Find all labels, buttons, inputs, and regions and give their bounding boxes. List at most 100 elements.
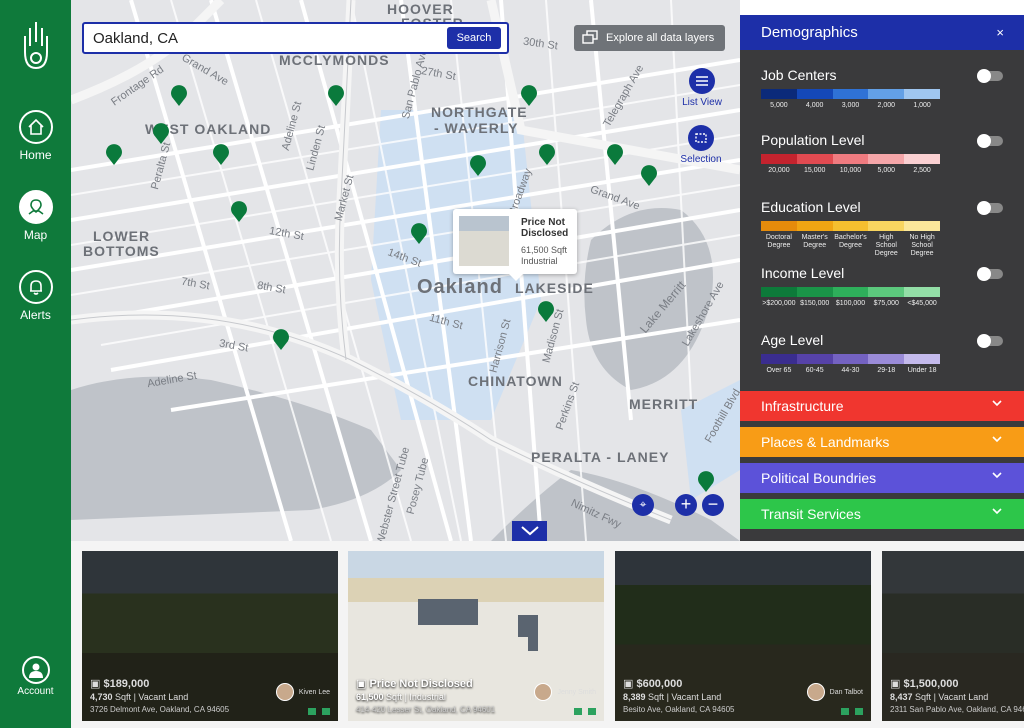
layers-icon (582, 29, 598, 47)
chevron-down-icon (992, 400, 1002, 407)
listing-size: 8,437 Sqft | Vacant Land (890, 692, 989, 702)
avatar (806, 683, 825, 701)
color-scale (761, 354, 940, 364)
map-pin[interactable] (606, 143, 624, 165)
tag-icon: ▣ (90, 678, 104, 690)
map-pin[interactable] (105, 143, 123, 165)
section-infrastructure[interactable]: Infrastructure (740, 391, 1024, 421)
listing-price: ▣ $1,500,000 (890, 678, 959, 690)
chevron-down-icon (992, 436, 1002, 443)
listing-card[interactable]: ▣ $189,000 4,730 Sqft | Vacant Land 3726… (82, 551, 338, 721)
section-label: Political Boundries (761, 470, 877, 486)
property-popup[interactable]: Price Not Disclosed 61,500 Sqft Industri… (453, 209, 577, 281)
map-pin[interactable] (640, 164, 658, 186)
section-political-boundries[interactable]: Political Boundries (740, 463, 1024, 493)
scale-ticks: Doctoral Degree Master's Degree Bachelor's… (765, 234, 935, 257)
map-pin[interactable] (697, 470, 715, 492)
layer-toggle[interactable] (977, 69, 1003, 83)
layer-toggle[interactable] (977, 201, 1003, 215)
close-icon[interactable]: × (996, 25, 1004, 40)
scale-ticks: 5,000 4,000 3,000 2,000 1,000 (770, 102, 931, 109)
building-icon: ▣ (356, 678, 370, 690)
listing-card[interactable]: ▣ $600,000 8,389 Sqft | Vacant Land Besi… (615, 551, 871, 721)
agent-info[interactable]: Kiven Lee (275, 683, 330, 701)
zoom-out-button[interactable]: − (702, 494, 724, 516)
email-icon[interactable] (588, 708, 596, 715)
color-scale (761, 154, 940, 164)
agent-info[interactable]: Dan Talbot (806, 683, 863, 701)
list-view-button[interactable]: List View (672, 68, 732, 108)
scale-ticks: 20,000 15,000 10,000 5,000 2,500 (768, 167, 931, 174)
color-scale (761, 221, 940, 231)
listing-address: 3726 Delmont Ave, Oakland, CA 94605 (90, 705, 230, 714)
map-pin[interactable] (327, 84, 345, 106)
sidebar: Home Map Alerts Account (0, 0, 71, 728)
layer-toggle[interactable] (977, 267, 1003, 281)
listing-card[interactable]: ▣ $1,500,000 8,437 Sqft | Vacant Land 23… (882, 551, 1024, 721)
agent-info[interactable]: Jenny Smith (534, 683, 596, 701)
map-pin[interactable] (170, 84, 188, 106)
account-button[interactable]: Account (0, 656, 71, 697)
phone-icon[interactable] (574, 708, 582, 715)
map-pin[interactable] (212, 143, 230, 165)
sidebar-item-home[interactable]: Home (0, 110, 71, 162)
search-input[interactable]: Oakland, CA Search (82, 22, 509, 54)
chevron-down-icon (992, 472, 1002, 479)
list-icon (689, 68, 715, 94)
layer-name: Age Level (761, 332, 824, 348)
scale-ticks: >$200,000 $150,000 $100,000 $75,000 <$45,000 (762, 300, 937, 307)
crosshair-icon: ⌖ (639, 497, 647, 511)
collapse-map-button[interactable] (512, 521, 547, 541)
sidebar-item-label: Home (19, 148, 52, 162)
chevron-down-icon (520, 526, 539, 536)
list-view-label: List View (682, 97, 722, 108)
panel-header: Demographics × (740, 15, 1024, 50)
color-scale (761, 287, 940, 297)
property-thumbnail (459, 216, 509, 266)
map-base (71, 0, 740, 541)
account-label: Account (17, 686, 54, 697)
email-icon[interactable] (855, 708, 863, 715)
selection-button[interactable]: Selection (671, 125, 731, 165)
map-pin[interactable] (410, 222, 428, 244)
app-root: Home Map Alerts Account HOOVER MCCLYMOND… (0, 0, 1024, 728)
panel-title: Demographics (761, 24, 858, 41)
contact-actions (574, 708, 596, 715)
sidebar-item-label: Map (23, 228, 48, 242)
section-transit-services[interactable]: Transit Services (740, 499, 1024, 529)
phone-icon[interactable] (308, 708, 316, 715)
section-label: Infrastructure (761, 398, 844, 414)
map-pin[interactable] (520, 84, 538, 106)
explore-data-layers-button[interactable]: Explore all data layers (574, 25, 725, 51)
locate-button[interactable]: ⌖ (632, 494, 654, 516)
map-pin[interactable] (272, 328, 290, 350)
layer-name: Population Level (761, 132, 865, 148)
sidebar-item-map[interactable]: Map (0, 190, 71, 242)
map-pin[interactable] (152, 122, 170, 144)
map-pin[interactable] (230, 200, 248, 222)
zoom-in-button[interactable]: + (675, 494, 697, 516)
map-pin[interactable] (537, 300, 555, 322)
agent-name: Dan Talbot (829, 688, 863, 696)
tag-icon: ▣ (623, 678, 637, 690)
map-view[interactable]: HOOVER FOSTER MCCLYMONDS NORTHGATE - WAV… (71, 0, 740, 541)
explore-label: Explore all data layers (606, 32, 715, 44)
sidebar-item-alerts[interactable]: Alerts (0, 270, 71, 322)
section-places-landmarks[interactable]: Places & Landmarks (740, 427, 1024, 457)
popup-size-value: 61,500 Sqft (521, 245, 568, 255)
map-pin[interactable] (469, 154, 487, 176)
phone-icon[interactable] (841, 708, 849, 715)
home-icon (18, 110, 53, 144)
email-icon[interactable] (322, 708, 330, 715)
avatar (275, 683, 294, 701)
map-pin[interactable] (538, 143, 556, 165)
tag-icon: ▣ (890, 678, 904, 690)
layer-toggle[interactable] (977, 134, 1003, 148)
scale-ticks: Over 65 60-45 44-30 29-18 Under 18 (766, 367, 937, 374)
search-button[interactable]: Search (447, 27, 501, 49)
listing-card[interactable]: ▣ Price Not Disclosed 61,500 Sqft | Indu… (348, 551, 604, 721)
layer-income-level: Income Level >$200,000 $150,000 $100,000 $7… (761, 265, 1011, 308)
layer-toggle[interactable] (977, 334, 1003, 348)
selection-label: Selection (680, 154, 722, 165)
layer-education-level: Education Level Doctoral Degree Master's … (761, 199, 1011, 258)
